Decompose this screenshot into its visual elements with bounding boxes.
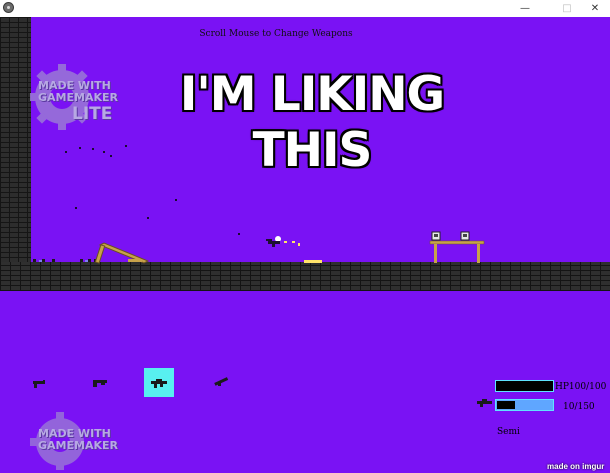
weapon-slot-shotgun[interactable]	[85, 368, 115, 397]
weapon-hint-text: Scroll Mouse to Change Weapons	[199, 29, 353, 39]
logo-bottom-line2: GAMEMAKER	[38, 439, 118, 452]
weapon-slot-launcher[interactable]	[206, 368, 236, 397]
brick-wall	[0, 17, 31, 263]
maximize-button[interactable]: □	[552, 0, 582, 17]
weapon-slot-pistol[interactable]	[24, 368, 54, 397]
ammo-bar	[495, 399, 554, 411]
close-button[interactable]: ✕	[580, 0, 610, 17]
health-bar	[495, 380, 554, 392]
shotgun-icon	[93, 380, 107, 387]
gamemaker-lite-logo: MADE WITH GAMEMAKER LITE	[30, 62, 125, 132]
brick-ground	[0, 262, 610, 291]
minimize-button[interactable]: —	[510, 0, 540, 17]
broken-ramp	[33, 242, 150, 264]
debris-particles	[65, 145, 240, 235]
current-weapon-icon	[477, 399, 492, 407]
window-titlebar: — □ ✕	[0, 0, 610, 18]
table-with-targets	[429, 231, 485, 263]
ammo-text: 10/150	[563, 402, 595, 412]
game-canvas[interactable]: Scroll Mouse to Change Weapons MADE WITH…	[0, 17, 610, 473]
imgur-credit: made on imgur	[547, 462, 605, 471]
logo-line2: GAMEMAKER	[38, 91, 118, 104]
ammo-bar-fill	[497, 401, 515, 409]
weapon-slot-semi[interactable]	[144, 368, 174, 397]
player-character	[266, 236, 322, 263]
logo-line3: LITE	[72, 104, 113, 124]
gamemaker-logo: MADE WITH GAMEMAKER	[30, 412, 130, 470]
gear-icon	[3, 2, 14, 13]
pistol-icon	[33, 380, 45, 388]
health-text: HP100/100	[555, 382, 607, 392]
launcher-icon	[214, 377, 229, 386]
weapon-name: Semi	[497, 427, 520, 437]
semi-rifle-icon	[151, 379, 167, 388]
